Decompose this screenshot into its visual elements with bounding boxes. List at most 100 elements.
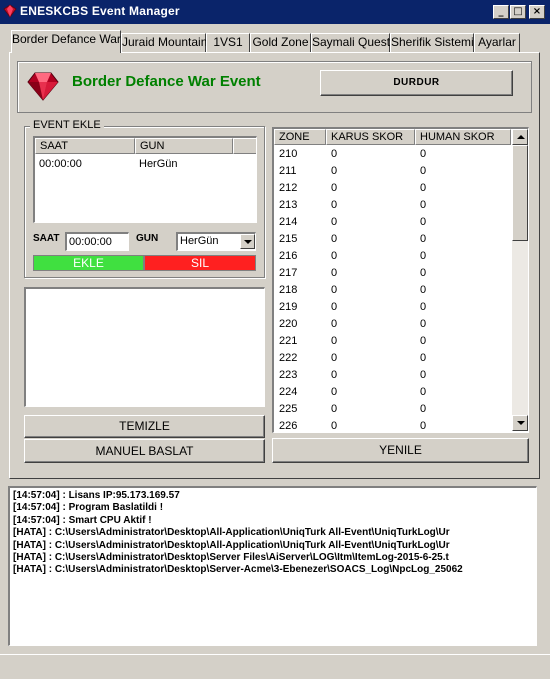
zone-table-row[interactable]: 216 0 0 bbox=[274, 248, 511, 265]
tab-ayarlar[interactable]: Ayarlar bbox=[474, 33, 520, 52]
zone-table-row[interactable]: 221 0 0 bbox=[274, 333, 511, 350]
minimize-button[interactable]: _ bbox=[493, 5, 509, 19]
zone-table-row[interactable]: 217 0 0 bbox=[274, 265, 511, 282]
karus-skor-cell: 0 bbox=[331, 403, 338, 415]
schedule-row[interactable]: 00:00:00 HerGün bbox=[35, 156, 256, 173]
karus-skor-cell: 0 bbox=[331, 199, 338, 211]
zone-cell: 215 bbox=[279, 233, 298, 245]
log-line: [14:57:04] : Program Baslatildi ! bbox=[13, 502, 164, 514]
column-header-human-skor[interactable]: HUMAN SKOR bbox=[415, 129, 511, 145]
karus-skor-cell: 0 bbox=[331, 284, 338, 296]
gun-select[interactable]: HerGün bbox=[176, 232, 256, 251]
log-line: [HATA] : C:\Users\Administrator\Desktop\… bbox=[13, 552, 449, 564]
event-ekle-label: EVENT EKLE bbox=[30, 119, 104, 131]
zone-cell: 222 bbox=[279, 352, 298, 364]
zone-table-row[interactable]: 220 0 0 bbox=[274, 316, 511, 333]
zone-table-row[interactable]: 212 0 0 bbox=[274, 180, 511, 197]
zone-cell: 224 bbox=[279, 386, 298, 398]
zone-table[interactable]: ZONE KARUS SKOR HUMAN SKOR 210 0 0 211 0 0 212… bbox=[272, 127, 529, 433]
yenile-button[interactable]: YENILE bbox=[272, 438, 529, 463]
tab-saymali-quest[interactable]: Saymali Quest bbox=[311, 33, 390, 52]
column-header-gun[interactable]: GUN bbox=[135, 138, 233, 154]
zone-cell: 226 bbox=[279, 420, 298, 431]
sil-button[interactable]: SIL bbox=[144, 255, 256, 271]
gun-dropdown-button[interactable] bbox=[240, 234, 255, 249]
karus-skor-cell: 0 bbox=[331, 369, 338, 381]
tab-1vs1[interactable]: 1VS1 bbox=[206, 33, 250, 52]
saat-label: SAAT bbox=[33, 233, 60, 244]
zone-table-row[interactable]: 224 0 0 bbox=[274, 384, 511, 401]
chevron-down-icon bbox=[244, 240, 252, 244]
maximize-button[interactable]: □ bbox=[510, 5, 526, 19]
stop-button[interactable]: DURDUR bbox=[320, 70, 513, 96]
human-skor-cell: 0 bbox=[420, 420, 427, 431]
tab-gold-zone[interactable]: Gold Zone bbox=[250, 33, 311, 52]
tab-sherifik-sistemi[interactable]: Sherifik Sistemi bbox=[390, 33, 474, 52]
log-lines: [14:57:04] : Lisans IP:95.173.169.57 [14:… bbox=[13, 490, 536, 577]
title-bar[interactable]: ENESKCBS Event Manager _ □ × bbox=[0, 0, 550, 24]
zone-cell: 219 bbox=[279, 301, 298, 313]
zone-table-row[interactable]: 215 0 0 bbox=[274, 231, 511, 248]
tab-border-defance-war[interactable]: Border Defance War bbox=[11, 30, 121, 53]
scroll-thumb[interactable] bbox=[512, 145, 528, 241]
zone-table-row[interactable]: 213 0 0 bbox=[274, 197, 511, 214]
column-header-saat[interactable]: SAAT bbox=[35, 138, 135, 154]
zone-table-row[interactable]: 218 0 0 bbox=[274, 282, 511, 299]
notes-textarea[interactable] bbox=[24, 287, 265, 407]
human-skor-cell: 0 bbox=[420, 267, 427, 279]
column-header-blank bbox=[233, 138, 256, 154]
column-header-karus-skor[interactable]: KARUS SKOR bbox=[326, 129, 415, 145]
zone-cell: 220 bbox=[279, 318, 298, 330]
zone-table-row[interactable]: 225 0 0 bbox=[274, 401, 511, 418]
manuel-baslat-button[interactable]: MANUEL BASLAT bbox=[24, 439, 265, 463]
karus-skor-cell: 0 bbox=[331, 301, 338, 313]
zone-table-row[interactable]: 223 0 0 bbox=[274, 367, 511, 384]
log-line: [HATA] : C:\Users\Administrator\Desktop\… bbox=[13, 564, 463, 576]
tab-label: Juraid Mountain bbox=[122, 35, 208, 49]
event-ekle-group: EVENT EKLE SAAT GUN 00:00:00 HerGün SAAT… bbox=[24, 119, 265, 278]
karus-skor-cell: 0 bbox=[331, 267, 338, 279]
human-skor-cell: 0 bbox=[420, 352, 427, 364]
human-skor-cell: 0 bbox=[420, 216, 427, 228]
zone-cell: 217 bbox=[279, 267, 298, 279]
karus-skor-cell: 0 bbox=[331, 420, 338, 431]
arrow-up-icon bbox=[517, 135, 525, 139]
human-skor-cell: 0 bbox=[420, 233, 427, 245]
zone-scrollbar[interactable] bbox=[512, 129, 528, 431]
ekle-button[interactable]: EKLE bbox=[33, 255, 144, 271]
zone-table-row[interactable]: 219 0 0 bbox=[274, 299, 511, 316]
tab-juraid-mountain[interactable]: Juraid Mountain bbox=[121, 33, 208, 52]
schedule-list[interactable]: SAAT GUN 00:00:00 HerGün bbox=[33, 136, 257, 223]
arrow-down-icon bbox=[517, 421, 525, 425]
saat-input[interactable]: 00:00:00 bbox=[65, 232, 129, 251]
zone-cell: 212 bbox=[279, 182, 298, 194]
close-button[interactable]: × bbox=[529, 5, 545, 19]
zone-cell: 210 bbox=[279, 148, 298, 160]
column-header-zone[interactable]: ZONE bbox=[274, 129, 326, 145]
zone-cell: 225 bbox=[279, 403, 298, 415]
window-title: ENESKCBS Event Manager bbox=[20, 4, 180, 18]
zone-table-row[interactable]: 222 0 0 bbox=[274, 350, 511, 367]
karus-skor-cell: 0 bbox=[331, 250, 338, 262]
scroll-down-button[interactable] bbox=[512, 415, 528, 431]
tab-label: Sherifik Sistemi bbox=[391, 35, 474, 49]
log-line: [HATA] : C:\Users\Administrator\Desktop\… bbox=[13, 527, 450, 539]
zone-cell: 211 bbox=[279, 165, 297, 177]
human-skor-cell: 0 bbox=[420, 403, 427, 415]
log-line: [14:57:04] : Lisans IP:95.173.169.57 bbox=[13, 490, 180, 501]
karus-skor-cell: 0 bbox=[331, 216, 338, 228]
log-line: [HATA] : C:\Users\Administrator\Desktop\… bbox=[13, 539, 450, 551]
tab-label: Saymali Quest bbox=[312, 35, 391, 49]
zone-table-row[interactable]: 226 0 0 bbox=[274, 418, 511, 431]
temizle-button[interactable]: TEMIZLE bbox=[24, 415, 265, 438]
tab-label: Ayarlar bbox=[478, 35, 516, 49]
log-box[interactable]: [14:57:04] : Lisans IP:95.173.169.57 [14:… bbox=[8, 486, 537, 646]
schedule-saat: 00:00:00 bbox=[39, 158, 82, 170]
human-skor-cell: 0 bbox=[420, 182, 427, 194]
zone-table-row[interactable]: 211 0 0 bbox=[274, 163, 511, 180]
zone-table-row[interactable]: 214 0 0 bbox=[274, 214, 511, 231]
event-title: Border Defance War Event bbox=[72, 73, 261, 90]
zone-table-row[interactable]: 210 0 0 bbox=[274, 146, 511, 163]
scroll-up-button[interactable] bbox=[512, 129, 528, 145]
zone-cell: 216 bbox=[279, 250, 298, 262]
